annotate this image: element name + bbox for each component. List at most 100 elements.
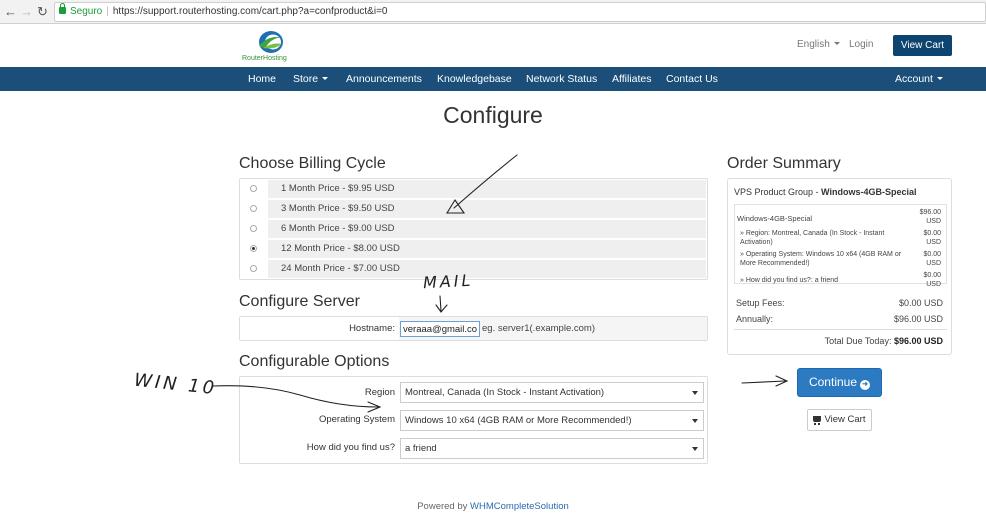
- address-bar[interactable]: Seguro | https://support.routerhosting.com…: [54, 2, 986, 22]
- total-due: Total Due Today: $96.00 USD: [825, 336, 943, 346]
- billing-option[interactable]: 6 Month Price - $9.00 USD: [240, 219, 707, 239]
- os-value: Windows 10 x64 (4GB RAM or More Recommen…: [405, 415, 632, 426]
- footer: Powered by WHMCompleteSolution: [0, 501, 986, 512]
- configure-server-heading: Configure Server: [239, 293, 360, 310]
- price-currency: USD: [926, 218, 941, 225]
- chevron-down-icon: [936, 77, 943, 80]
- summary-product-price: $96.00 USD: [911, 208, 941, 226]
- billing-option[interactable]: 24 Month Price - $7.00 USD: [240, 259, 707, 279]
- nav-affiliates[interactable]: Affiliates: [612, 67, 652, 91]
- billing-option[interactable]: 12 Month Price - $8.00 USD: [240, 239, 707, 259]
- summary-line-region: » Region: Montreal, Canada (In Stock - I…: [740, 229, 884, 247]
- radio-cell: [240, 199, 268, 219]
- back-arrow-icon[interactable]: ←: [4, 4, 17, 20]
- view-cart-header-button[interactable]: View Cart: [893, 35, 952, 56]
- nav-account-label: Account: [895, 73, 933, 85]
- continue-button[interactable]: Continue ➜: [797, 368, 882, 397]
- browser-toolbar: ← → ↻ Seguro | https://support.routerhosti…: [0, 0, 986, 24]
- arrow-to-continue: [741, 380, 786, 384]
- price-amount: $0.00: [923, 230, 941, 237]
- billing-option-label[interactable]: 12 Month Price - $8.00 USD: [268, 240, 706, 258]
- footer-prefix: Powered by: [417, 501, 468, 512]
- summary-line-text: » How did you find us?: a friend: [740, 277, 839, 284]
- summary-line-price: $0.00 USD: [911, 271, 941, 289]
- nav-knowledgebase[interactable]: Knowledgebase: [437, 67, 512, 91]
- setup-fees-value: $0.00 USD: [898, 298, 943, 308]
- billing-option[interactable]: 3 Month Price - $9.50 USD: [240, 199, 707, 219]
- view-cart-button[interactable]: View Cart: [807, 409, 872, 431]
- os-label: Operating System: [318, 414, 395, 425]
- price-currency: USD: [926, 281, 941, 288]
- nav-contact-us[interactable]: Contact Us: [666, 67, 718, 91]
- summary-product-name: Windows-4GB-Special: [737, 214, 813, 223]
- billing-option-label[interactable]: 24 Month Price - $7.00 USD: [268, 260, 706, 278]
- order-summary-heading: Order Summary: [727, 155, 841, 172]
- find-us-value: a friend: [405, 443, 437, 454]
- billing-radio-6-month[interactable]: [250, 225, 257, 232]
- nav-store-label: Store: [293, 73, 319, 85]
- region-select[interactable]: Montreal, Canada (In Stock - Instant Act…: [400, 382, 704, 403]
- dropdown-arrow-icon: [692, 447, 698, 451]
- price-amount: $96.00: [919, 209, 941, 216]
- nav-network-status[interactable]: Network Status: [526, 67, 597, 91]
- total-due-label: Total Due Today:: [824, 336, 892, 346]
- arrow-head: [435, 304, 448, 313]
- reload-icon[interactable]: ↻: [37, 4, 48, 20]
- shopping-cart-icon: [813, 416, 822, 425]
- billing-option-label[interactable]: 1 Month Price - $9.95 USD: [268, 180, 706, 198]
- summary-items: Windows-4GB-Special $96.00 USD » Region: …: [734, 204, 947, 288]
- lock-icon: [59, 3, 66, 14]
- nav-announcements[interactable]: Announcements: [346, 67, 422, 91]
- billing-radio-24-month[interactable]: [250, 265, 257, 272]
- whmcs-link[interactable]: WHMCompleteSolution: [470, 501, 569, 512]
- configurable-options-panel: Region Montreal, Canada (In Stock - Inst…: [239, 376, 708, 464]
- region-label: Region: [364, 387, 395, 398]
- summary-divider: [734, 329, 947, 330]
- billing-radio-3-month[interactable]: [250, 205, 257, 212]
- nav-store[interactable]: Store: [293, 67, 329, 91]
- forward-arrow-icon[interactable]: →: [20, 4, 33, 20]
- price-amount: $0.00: [923, 272, 941, 279]
- hostname-input[interactable]: [400, 321, 480, 337]
- summary-line-price: $0.00 USD: [911, 229, 941, 247]
- logo-text: RouterHosting: [242, 55, 287, 62]
- annotation-mail: MAIL: [422, 270, 474, 293]
- hostname-label: Hostname:: [349, 323, 395, 334]
- product-group: VPS Product Group - Windows-4GB-Special: [734, 187, 916, 197]
- login-link[interactable]: Login: [849, 39, 873, 50]
- billing-option-label[interactable]: 6 Month Price - $9.00 USD: [268, 220, 706, 238]
- billing-option-label[interactable]: 3 Month Price - $9.50 USD: [268, 200, 706, 218]
- find-us-select[interactable]: a friend: [400, 438, 704, 459]
- continue-label: Continue: [808, 375, 858, 389]
- total-due-value: $96.00 USD: [893, 336, 943, 346]
- radio-cell: [240, 179, 268, 199]
- summary-line-price: $0.00 USD: [911, 250, 941, 268]
- chevron-down-icon: [322, 77, 329, 80]
- nav-home[interactable]: Home: [248, 67, 276, 91]
- summary-line-text: » Region: Montreal, Canada (In Stock - I…: [740, 230, 885, 237]
- nav-account[interactable]: Account: [895, 67, 943, 91]
- billing-option[interactable]: 1 Month Price - $9.95 USD: [240, 179, 707, 199]
- billing-radio-1-month[interactable]: [250, 185, 257, 192]
- address-separator: |: [106, 6, 109, 17]
- language-selector[interactable]: English: [797, 39, 840, 50]
- product-group-name: Windows-4GB-Special: [821, 187, 917, 197]
- summary-line-text-cont: Activation): [740, 239, 773, 246]
- billing-radio-12-month[interactable]: [250, 245, 257, 252]
- view-cart-label: View Cart: [824, 414, 866, 425]
- order-summary-panel: VPS Product Group - Windows-4GB-Special …: [727, 178, 952, 355]
- os-select[interactable]: Windows 10 x64 (4GB RAM or More Recommen…: [400, 410, 704, 431]
- hostname-hint: eg. server1(.example.com): [482, 323, 595, 334]
- configure-server-panel: Hostname: eg. server1(.example.com): [239, 316, 708, 341]
- annually-label: Annually:: [736, 314, 774, 324]
- url-text[interactable]: https://support.routerhosting.com/cart.p…: [113, 6, 388, 17]
- annotation-win10: WIN 10: [133, 369, 219, 400]
- dropdown-arrow-icon: [692, 419, 698, 423]
- region-value: Montreal, Canada (In Stock - Instant Act…: [405, 387, 605, 398]
- summary-line-text: » Operating System: Windows 10 x64 (4GB …: [740, 251, 902, 258]
- logo-swirl-icon: [259, 31, 283, 53]
- radio-cell: [240, 219, 268, 239]
- price-amount: $0.00: [923, 251, 941, 258]
- language-label: English: [797, 39, 830, 50]
- page-title: Configure: [443, 102, 543, 128]
